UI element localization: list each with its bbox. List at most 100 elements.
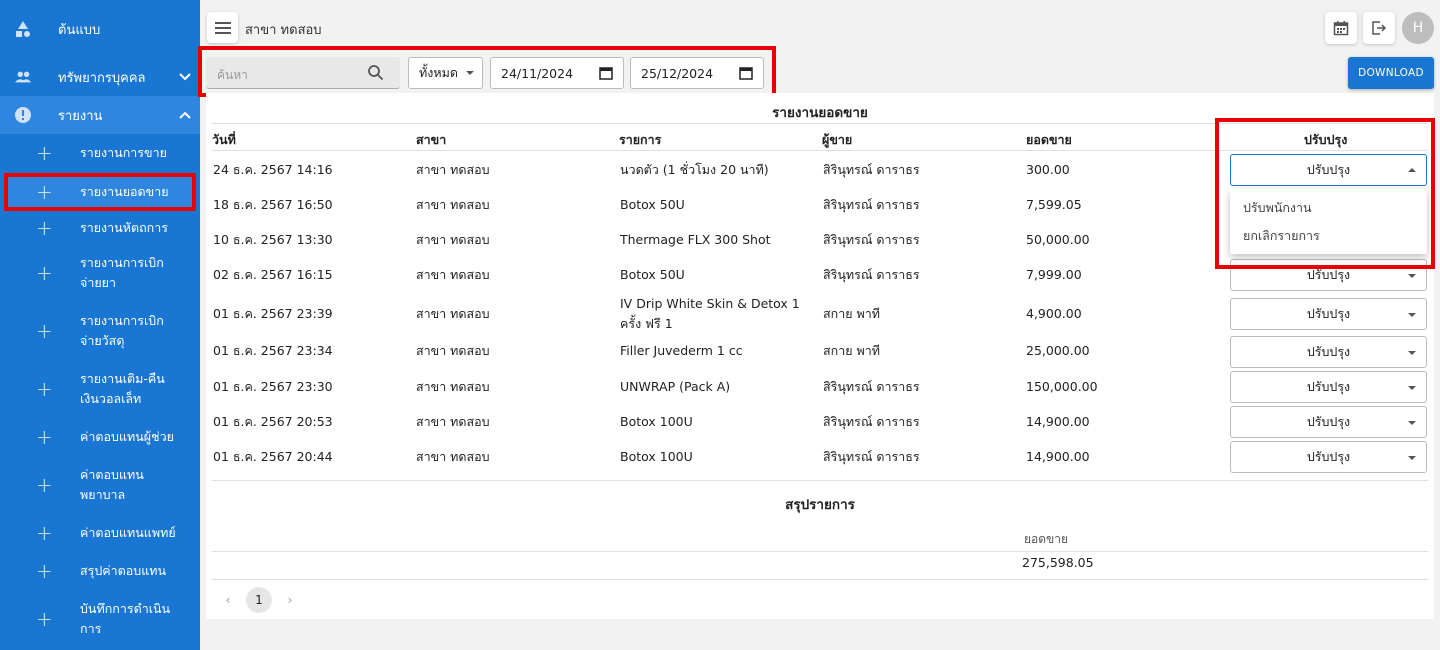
sidebar-item-nurse-fee[interactable]: + ค่าตอบแทนพยาบาล <box>0 456 200 514</box>
plus-icon: + <box>36 521 53 545</box>
adjust-select-value: ปรับปรุง <box>1306 414 1351 429</box>
adjust-highlight <box>1215 118 1435 269</box>
cell-amount: 14,900.00 <box>1026 414 1090 429</box>
plus-icon: + <box>36 607 53 631</box>
cell-branch: สาขา ทดสอบ <box>416 162 490 177</box>
sidebar-item-doctor-fee[interactable]: + ค่าตอบแทนแพทย์ <box>0 514 200 552</box>
alert-circle-icon <box>14 106 32 124</box>
cell-date: 01 ธ.ค. 2567 23:34 <box>213 343 333 358</box>
cell-date: 18 ธ.ค. 2567 16:50 <box>213 197 333 212</box>
sidebar-item-label: รายงานเติม-คืนเงินวอลเล็ท <box>80 371 165 406</box>
sidebar-item-procedure-report[interactable]: + รายงานหัตถการ <box>0 212 200 244</box>
sidebar-item-label: รายงานหัตถการ <box>80 220 168 235</box>
summary-label: ยอดขาย <box>1024 532 1069 546</box>
download-button[interactable]: DOWNLOAD <box>1348 57 1434 89</box>
calendar-icon[interactable] <box>739 66 753 83</box>
sidebar-item-wallet-report[interactable]: + รายงานเติม-คืนเงินวอลเล็ท <box>0 360 200 418</box>
sidebar-item-activity-log[interactable]: + บันทึกการดำเนินการ <box>0 590 200 648</box>
plus-icon: + <box>36 319 53 343</box>
search-icon[interactable] <box>367 64 384 85</box>
cell-item: Thermage FLX 300 Shot <box>620 232 771 247</box>
search-input[interactable]: ค้นหา <box>206 57 400 89</box>
cell-branch: สาขา ทดสอบ <box>416 197 490 212</box>
plus-icon: + <box>36 261 53 285</box>
cell-date: 01 ธ.ค. 2567 23:39 <box>213 306 333 321</box>
sidebar-item-label: ค่าตอบแทนแพทย์ <box>80 525 176 540</box>
cell-seller: สิรินุทรณ์ ดาราธร <box>823 232 920 247</box>
cell-seller: สิรินุทรณ์ ดาราธร <box>823 162 920 177</box>
sidebar-item-reports[interactable]: รายงาน <box>0 96 200 134</box>
chevron-up-icon <box>170 111 200 119</box>
table-row: 01 ธ.ค. 2567 23:39 สาขา ทดสอบ IV Drip Wh… <box>206 296 1434 331</box>
logout-button[interactable] <box>1363 12 1395 44</box>
adjust-select-value: ปรับปรุง <box>1306 344 1351 359</box>
cell-amount: 4,900.00 <box>1026 306 1082 321</box>
adjust-select-value: ปรับปรุง <box>1306 449 1351 464</box>
divider <box>212 579 1428 580</box>
caret-down-icon <box>1408 313 1416 317</box>
calendar-button[interactable] <box>1325 12 1357 44</box>
caret-down-icon <box>1408 421 1416 425</box>
sidebar-item-label: ต้นแบบ <box>58 22 101 38</box>
people-icon <box>14 68 32 86</box>
branch-title: สาขา ทดสอบ <box>245 23 322 38</box>
cell-seller: สิรินุทรณ์ ดาราธร <box>823 267 920 282</box>
hamburger-icon <box>214 21 231 34</box>
menu-button[interactable] <box>207 12 238 43</box>
caret-down-icon <box>1408 351 1416 355</box>
date-from-input[interactable]: 24/11/2024 <box>490 57 624 89</box>
cell-branch: สาขา ทดสอบ <box>416 414 490 429</box>
plus-icon: + <box>36 216 53 240</box>
chevron-left-icon[interactable]: ‹ <box>220 593 236 607</box>
cell-seller: สกาย พาที <box>823 306 881 321</box>
adjust-select[interactable]: ปรับปรุง <box>1230 371 1427 403</box>
cell-branch: สาขา ทดสอบ <box>416 379 490 394</box>
cell-date: 24 ธ.ค. 2567 14:16 <box>213 162 333 177</box>
table-row: 01 ธ.ค. 2567 23:30 สาขา ทดสอบ UNWRAP (Pa… <box>206 371 1434 403</box>
plus-icon: + <box>36 559 53 583</box>
sidebar-item-sales-report[interactable]: + รายงานการขาย <box>0 134 200 172</box>
adjust-select[interactable]: ปรับปรุง <box>1230 336 1427 368</box>
chevron-right-icon[interactable]: › <box>282 593 298 607</box>
plus-icon: + <box>36 425 53 449</box>
adjust-select-value: ปรับปรุง <box>1306 379 1351 394</box>
sidebar-item-assistant-fee[interactable]: + ค่าตอบแทนผู้ช่วย <box>0 418 200 456</box>
cell-amount: 50,000.00 <box>1026 232 1090 247</box>
cell-branch: สาขา ทดสอบ <box>416 306 490 321</box>
adjust-select[interactable]: ปรับปรุง <box>1230 441 1427 473</box>
status-select[interactable]: ทั้งหมด <box>408 57 483 89</box>
sidebar-item-label: ค่าตอบแทนพยาบาล <box>80 467 144 502</box>
plus-icon: + <box>36 180 53 204</box>
sidebar-item-label: สรุปค่าตอบแทน <box>80 563 167 578</box>
sidebar-item-label: ทรัพยากรบุคคล <box>58 70 146 86</box>
sidebar-item-sales-total-report[interactable]: + รายงานยอดขาย <box>4 173 196 211</box>
sidebar-item-hr[interactable]: ทรัพยากรบุคคล <box>0 58 200 96</box>
cell-item: Botox 100U <box>620 414 693 429</box>
adjust-select[interactable]: ปรับปรุง <box>1230 406 1427 438</box>
avatar[interactable]: H <box>1402 12 1434 44</box>
sidebar-item-drug-withdraw-report[interactable]: + รายงานการเบิกจ่ายยา <box>0 244 200 302</box>
plus-icon: + <box>36 473 53 497</box>
cell-item: IV Drip White Skin & Detox 1 ครั้ง ฟรี 1 <box>620 296 800 331</box>
column-header-seller: ผู้ขาย <box>822 132 853 147</box>
calendar-icon[interactable] <box>599 66 613 83</box>
search-placeholder: ค้นหา <box>217 68 248 82</box>
cell-date: 01 ธ.ค. 2567 23:30 <box>213 379 333 394</box>
cell-amount: 300.00 <box>1026 162 1070 177</box>
cell-date: 01 ธ.ค. 2567 20:44 <box>213 449 333 464</box>
page-number[interactable]: 1 <box>246 587 272 613</box>
table-row: 01 ธ.ค. 2567 20:44 สาขา ทดสอบ Botox 100U… <box>206 441 1434 473</box>
cell-seller: สิรินุทรณ์ ดาราธร <box>823 379 920 394</box>
cell-date: 10 ธ.ค. 2567 13:30 <box>213 232 333 247</box>
adjust-select[interactable]: ปรับปรุง <box>1230 298 1427 330</box>
cell-seller: สิรินุทรณ์ ดาราธร <box>823 197 920 212</box>
sidebar-item-fee-summary[interactable]: + สรุปค่าตอบแทน <box>0 552 200 590</box>
date-to-input[interactable]: 25/12/2024 <box>630 57 764 89</box>
calendar-icon <box>1333 21 1349 36</box>
sidebar-item-label: รายงานการขาย <box>80 145 167 160</box>
sidebar-item-templates[interactable]: ต้นแบบ <box>0 0 200 58</box>
sidebar-item-label: รายงานการเบิกจ่ายยา <box>80 255 164 290</box>
sidebar-item-material-withdraw-report[interactable]: + รายงานการเบิกจ่ายวัสดุ <box>0 302 200 360</box>
status-select-value: ทั้งหมด <box>419 65 458 80</box>
cell-date: 02 ธ.ค. 2567 16:15 <box>213 267 333 282</box>
